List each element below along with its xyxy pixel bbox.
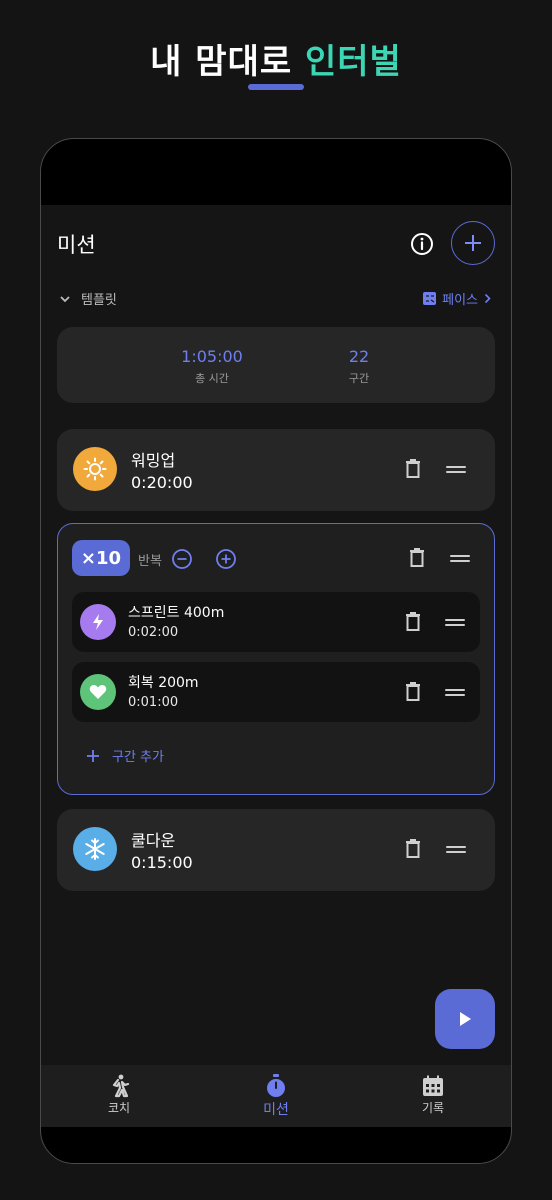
promo-title-accent: 인터벌 (304, 42, 402, 82)
interval-item[interactable]: 회복 200m 0:01:00 (72, 662, 480, 722)
snowflake-icon (73, 827, 117, 871)
add-segment-button[interactable]: 구간 추가 (86, 746, 164, 765)
promo-underline (248, 84, 304, 90)
total-time-stat: 1:05:00 총 시간 (175, 347, 249, 386)
trash-icon[interactable] (408, 548, 426, 568)
add-segment-label: 구간 추가 (112, 750, 164, 765)
warmup-time: 0:20:00 (131, 473, 193, 492)
minus-circle-icon[interactable] (171, 548, 193, 570)
template-toggle[interactable]: 템플릿 (59, 289, 117, 308)
warmup-card[interactable]: 워밍업 0:20:00 (57, 429, 495, 511)
runner-icon (79, 1073, 159, 1099)
cooldown-time: 0:15:00 (131, 853, 193, 872)
promo-title: 내 맘대로 인터벌 (0, 34, 552, 83)
segments-label: 구간 (348, 372, 370, 385)
promo-title-main: 내 맘대로 (150, 42, 293, 82)
tab-mission[interactable]: 미션 (236, 1073, 316, 1119)
play-icon (460, 1012, 471, 1026)
trash-icon[interactable] (404, 682, 422, 702)
repeat-label: 반복 (138, 554, 162, 569)
pace-link[interactable]: 페이스 (423, 289, 491, 308)
drag-handle-icon[interactable] (450, 553, 470, 563)
cooldown-name: 쿨다운 (131, 831, 176, 850)
tab-label: 기록 (421, 1101, 445, 1115)
segments-value: 22 (348, 347, 370, 366)
warmup-name: 워밍업 (131, 451, 176, 470)
interval-time: 0:01:00 (128, 695, 179, 710)
plus-icon (87, 749, 99, 762)
interval-item[interactable]: 스프린트 400m 0:02:00 (72, 592, 480, 652)
sun-icon (73, 447, 117, 491)
trash-icon[interactable] (404, 612, 422, 632)
tab-label: 미션 (263, 1102, 289, 1118)
calculator-icon (423, 292, 437, 305)
start-button[interactable] (435, 989, 495, 1049)
phone-frame: 미션 템플릿 페이스 1:05:00 총 시간 22 구간 워밍업 0:20:0… (40, 138, 512, 1164)
tab-label: 코치 (107, 1101, 131, 1115)
total-time-value: 1:05:00 (181, 347, 243, 366)
trash-icon[interactable] (404, 459, 422, 479)
drag-handle-icon[interactable] (446, 844, 466, 854)
summary-card: 1:05:00 총 시간 22 구간 (57, 327, 495, 403)
tab-coach[interactable]: 코치 (79, 1073, 159, 1116)
chevron-right-icon (484, 293, 491, 304)
stopwatch-icon (236, 1073, 316, 1099)
tab-bar: 코치 미션 기록 (41, 1065, 511, 1127)
info-icon[interactable] (409, 231, 435, 257)
calendar-icon (393, 1073, 473, 1099)
repeat-block: ×10 반복 스프린트 400m 0:02:00 회복 200m 0:01:00… (57, 523, 495, 795)
cooldown-card[interactable]: 쿨다운 0:15:00 (57, 809, 495, 891)
app-screen: 미션 템플릿 페이스 1:05:00 총 시간 22 구간 워밍업 0:20:0… (41, 205, 511, 1127)
chevron-down-icon (60, 295, 70, 302)
interval-name: 스프린트 400m (128, 605, 225, 621)
trash-icon[interactable] (404, 839, 422, 859)
repeat-count-badge[interactable]: ×10 (72, 540, 130, 576)
lightning-icon (80, 604, 116, 640)
pace-label: 페이스 (442, 293, 478, 308)
total-time-label: 총 시간 (195, 372, 229, 385)
tab-records[interactable]: 기록 (393, 1073, 473, 1116)
template-label: 템플릿 (81, 293, 117, 308)
plus-icon (465, 235, 481, 251)
plus-circle-icon[interactable] (215, 548, 237, 570)
drag-handle-icon[interactable] (445, 617, 465, 627)
segments-stat: 22 구간 (339, 347, 379, 386)
interval-time: 0:02:00 (128, 625, 179, 640)
heart-icon (80, 674, 116, 710)
drag-handle-icon[interactable] (445, 687, 465, 697)
page-title: 미션 (57, 233, 96, 257)
interval-name: 회복 200m (128, 675, 199, 691)
drag-handle-icon[interactable] (446, 464, 466, 474)
add-button[interactable] (451, 221, 495, 265)
